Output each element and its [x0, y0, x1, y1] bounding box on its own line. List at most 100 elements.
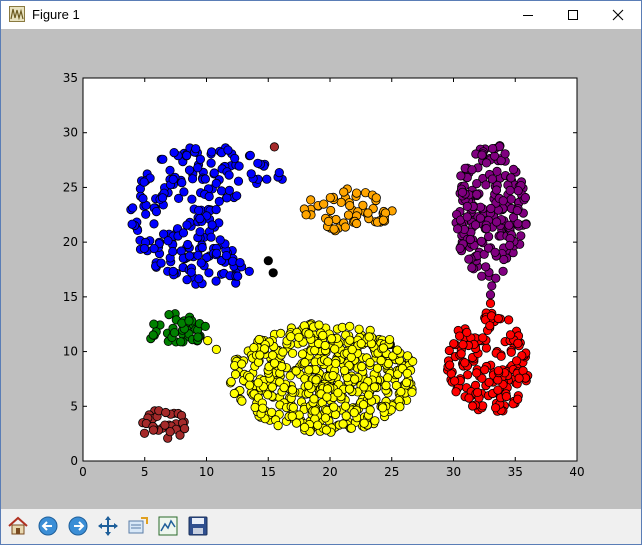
data-point [184, 165, 195, 175]
x-tick-label: 40 [569, 465, 584, 479]
data-point [471, 368, 482, 378]
data-point [287, 411, 297, 421]
save-button[interactable] [185, 513, 211, 539]
data-point [359, 382, 369, 392]
zoom-button[interactable] [125, 513, 151, 539]
data-point [138, 193, 148, 204]
move-arrows-icon [98, 516, 118, 536]
data-point [498, 266, 508, 276]
data-point [396, 387, 406, 397]
data-point [149, 219, 159, 229]
data-point [191, 144, 201, 154]
data-point [383, 373, 393, 383]
maximize-button[interactable] [550, 1, 596, 29]
data-point [467, 401, 478, 411]
data-point [478, 333, 488, 343]
data-point [326, 334, 337, 344]
home-button[interactable] [5, 513, 31, 539]
data-point [323, 357, 333, 367]
x-tick-label: 0 [79, 465, 87, 479]
data-point [299, 422, 310, 432]
data-point [160, 420, 170, 430]
close-icon [612, 9, 624, 21]
data-point [460, 358, 470, 368]
data-point [486, 203, 496, 214]
data-point [207, 147, 217, 157]
figure-canvas[interactable]: 0 5 10 15 20 25 30 35 40 0 5 10 15 20 25 30 35 [1, 29, 641, 509]
data-point [339, 365, 350, 376]
data-point [291, 366, 301, 376]
data-point [346, 423, 356, 433]
data-point [211, 178, 221, 188]
data-point [392, 345, 402, 355]
data-point [273, 420, 283, 431]
data-point [309, 394, 319, 404]
minimize-icon [523, 15, 533, 16]
data-point [363, 208, 373, 218]
data-point [164, 309, 174, 320]
y-tick-label: 35 [63, 71, 78, 85]
data-point [194, 274, 204, 284]
data-point [455, 243, 465, 253]
data-point [340, 401, 351, 411]
data-point [179, 187, 189, 197]
minimize-button[interactable] [505, 1, 551, 29]
data-point [359, 418, 369, 428]
subplots-button[interactable] [155, 513, 181, 539]
data-point [156, 258, 166, 268]
data-point [513, 394, 523, 404]
forward-button[interactable] [65, 513, 91, 539]
title-bar[interactable]: Figure 1 [1, 1, 641, 29]
home-icon [8, 516, 28, 535]
data-point [491, 217, 502, 227]
data-point [480, 365, 490, 375]
data-point [351, 188, 362, 198]
data-point [365, 357, 375, 368]
y-tick-label: 15 [63, 290, 78, 304]
data-point [304, 365, 314, 375]
data-point [378, 215, 388, 225]
data-point [148, 425, 158, 435]
data-point [477, 150, 487, 160]
data-point [313, 420, 323, 430]
data-point [310, 406, 320, 416]
data-point [456, 349, 466, 359]
data-point [506, 173, 516, 183]
back-arrow-icon [38, 516, 58, 536]
data-point [496, 351, 506, 361]
data-point [381, 380, 391, 391]
close-button[interactable] [595, 1, 641, 29]
data-point [127, 219, 137, 229]
y-tick-label: 10 [63, 345, 78, 359]
data-point [370, 416, 380, 426]
back-button[interactable] [35, 513, 61, 539]
data-point [485, 290, 496, 300]
data-point [346, 352, 356, 362]
data-point [139, 177, 149, 187]
data-point [311, 375, 321, 385]
data-point [176, 337, 186, 347]
data-point [505, 330, 516, 340]
data-point [485, 298, 496, 308]
data-point [306, 195, 316, 205]
data-point [193, 332, 203, 342]
data-point [351, 218, 362, 229]
data-point [506, 347, 516, 357]
data-point [254, 334, 264, 345]
y-tick-label: 30 [63, 126, 78, 140]
data-point [481, 158, 492, 168]
data-point [244, 266, 254, 276]
data-point [372, 363, 383, 373]
pan-button[interactable] [95, 513, 121, 539]
x-tick-label: 20 [322, 465, 337, 479]
data-point [500, 149, 510, 159]
data-point [401, 377, 412, 388]
data-point [458, 340, 468, 350]
data-point [186, 267, 196, 277]
data-point [384, 334, 395, 345]
data-point [485, 321, 495, 331]
data-point [506, 194, 516, 204]
data-point [169, 148, 179, 158]
y-tick-label: 0 [70, 454, 78, 468]
data-point [200, 174, 210, 184]
